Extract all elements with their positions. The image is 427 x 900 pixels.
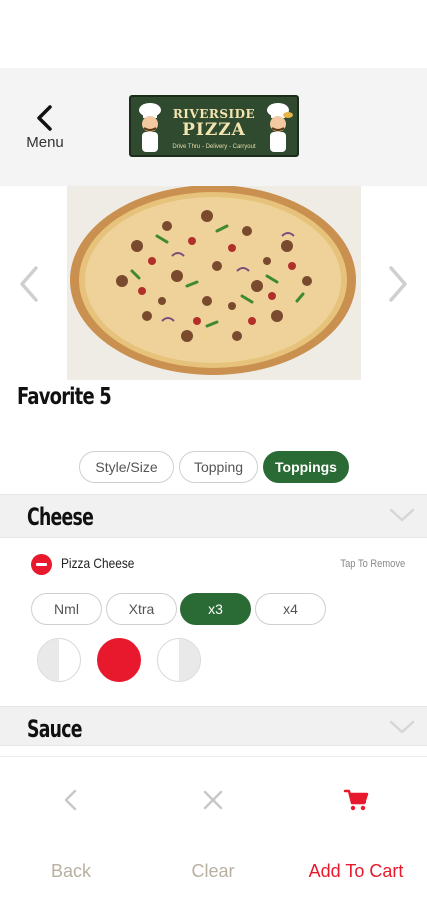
add-to-cart-label: Add To Cart [308, 861, 404, 881]
tab-style-size[interactable]: Style/Size [79, 451, 174, 483]
add-to-cart-button[interactable]: Add To Cart [285, 757, 427, 900]
section-cheese-header[interactable]: Cheese [0, 494, 427, 538]
chevron-left-icon [20, 266, 38, 302]
carousel-next-button[interactable] [383, 264, 413, 304]
item-title: Favorite 5 [17, 384, 112, 410]
clear-label: Clear [191, 861, 235, 881]
logo-line-1: RIVERSIDE [172, 107, 256, 121]
carousel-prev-button[interactable] [14, 264, 44, 304]
chef-icon [267, 103, 293, 152]
back-label: Back [50, 861, 92, 881]
section-title: Sauce [27, 715, 82, 743]
quantity-option-nml[interactable]: Nml [31, 593, 102, 625]
quantity-option-x3[interactable]: x3 [180, 593, 251, 625]
portion-whole-button[interactable] [97, 638, 141, 682]
tab-toppings[interactable]: Toppings [263, 451, 349, 483]
portion-right-half-button[interactable] [157, 638, 201, 682]
section-title: Cheese [27, 503, 94, 531]
quantity-option-x4[interactable]: x4 [255, 593, 326, 625]
menu-label: Menu [26, 134, 64, 151]
back-button[interactable]: Back [0, 757, 142, 900]
pizza-photo [67, 186, 361, 380]
option-tabs: Style/Size Topping Toppings [0, 451, 427, 485]
chevron-left-icon [64, 789, 77, 811]
chevron-down-icon [389, 508, 415, 522]
remove-topping-button[interactable] [31, 554, 52, 575]
topping-name: Pizza Cheese [61, 555, 135, 571]
quantity-option-xtra[interactable]: Xtra [106, 593, 177, 625]
item-image-carousel [0, 186, 427, 380]
pizza-image [67, 186, 361, 380]
app-header: Menu RIVERSIDE PIZZA Drive Thru - Delive… [0, 68, 427, 186]
clear-button[interactable]: Clear [142, 757, 284, 900]
chevron-down-icon [389, 720, 415, 734]
riverside-pizza-logo: RIVERSIDE PIZZA Drive Thru - Delivery - … [129, 95, 299, 157]
tap-to-remove-hint: Tap To Remove [340, 558, 405, 570]
close-icon [203, 790, 223, 810]
shopping-cart-icon [343, 789, 369, 811]
topping-row-pizza-cheese: Pizza Cheese Tap To Remove [0, 550, 427, 580]
tab-topping[interactable]: Topping [179, 451, 258, 483]
bottom-action-bar: Back Clear Add To Cart [0, 756, 427, 900]
menu-back-button[interactable]: Menu [20, 104, 70, 156]
chevron-right-icon [389, 266, 407, 302]
chevron-left-icon [37, 105, 52, 131]
portion-left-half-button[interactable] [37, 638, 81, 682]
section-sauce-header[interactable]: Sauce [0, 706, 427, 746]
logo-line-2: PIZZA [182, 120, 246, 140]
